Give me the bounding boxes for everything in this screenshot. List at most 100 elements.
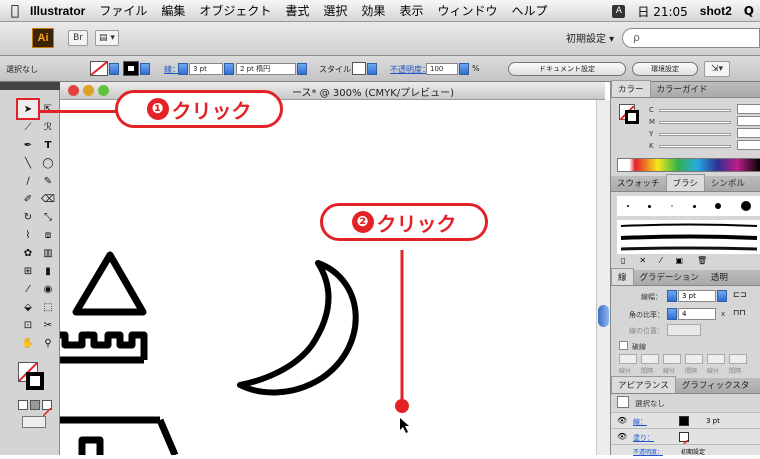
stroke-weight-dropdown[interactable] [224,63,234,75]
tab-color[interactable]: カラー [611,80,651,97]
control-panel-menu-button[interactable]: ⇲▾ [704,61,730,77]
miter-field[interactable]: 4 [678,308,716,320]
gap-3-field[interactable] [729,354,747,364]
value-y-field[interactable] [737,128,760,138]
tab-graphic-styles[interactable]: グラフィックスタ [676,377,756,393]
none-button[interactable] [42,400,52,417]
fill-dropdown[interactable] [109,63,119,75]
appearance-fill-swatch[interactable] [679,432,689,449]
menu-help[interactable]: ヘルプ [511,2,547,19]
brush-dot-3[interactable] [671,205,674,207]
miter-stepper[interactable] [667,308,677,320]
warp-tool[interactable]: ⌇ [18,226,38,244]
stroke-weight-field[interactable]: 3 pt [189,63,223,75]
stroke-dropdown[interactable] [140,63,150,75]
slider-c[interactable] [659,109,731,112]
value-k-field[interactable] [737,140,760,150]
align-stroke-buttons[interactable] [667,324,701,336]
slider-y[interactable] [659,133,731,136]
color-stroke-indicator[interactable] [625,110,639,124]
clock[interactable]: 日 21:05 [637,3,687,20]
menu-effect[interactable]: 効果 [361,2,385,19]
tab-stroke[interactable]: 線 [611,268,634,285]
value-c-field[interactable] [737,104,760,114]
pen-tool[interactable]: ✒ [18,136,38,154]
fill-stroke-control[interactable] [18,362,46,392]
brush-dot-2[interactable] [648,204,652,208]
gap-2-field[interactable] [685,354,703,364]
brush-dropdown[interactable] [297,63,307,75]
menu-window[interactable]: ウィンドウ [437,2,497,19]
visibility-eye-icon[interactable]: 👁 [617,416,627,425]
appearance-opacity-row[interactable]: 不透明度： 初期設定 [611,444,760,456]
opacity-field[interactable]: 100 [426,63,458,75]
value-m-field[interactable] [737,116,760,126]
dash-1-field[interactable] [619,354,637,364]
scroll-thumb[interactable] [598,305,609,327]
join-buttons[interactable]: ⊓⊓ [733,308,759,320]
lasso-tool[interactable]: ℛ [38,118,58,136]
panel-weight-stepper[interactable] [667,290,677,302]
brush-dot-6[interactable] [741,201,752,211]
brush-library-icon[interactable]: ▯ [621,256,625,268]
artboard-tool[interactable]: ⊡ [18,316,38,334]
user-name[interactable]: shot2 [700,4,732,18]
tab-swatches[interactable]: スウォッチ [611,175,666,191]
color-spectrum[interactable] [617,158,760,172]
screen-mode-button[interactable] [22,416,46,428]
dash-3-field[interactable] [707,354,725,364]
brush-definition-field[interactable]: 2 pt 楕円 [236,63,296,75]
appearance-stroke-swatch[interactable] [679,416,689,426]
hand-tool[interactable]: ✋ [18,334,38,352]
zoom-window-icon[interactable] [98,85,109,96]
brush-dot-1[interactable] [626,205,629,207]
remove-stroke-icon[interactable]: ✕ [639,256,646,268]
slider-k[interactable] [659,145,731,148]
workspace-switcher[interactable]: 初期設定 ▾ [566,30,614,45]
document-setup-button[interactable]: ドキュメント設定 [508,62,626,76]
menu-select[interactable]: 選択 [323,2,347,19]
tab-symbols[interactable]: シンボル [705,175,751,191]
blend-tool[interactable]: ◉ [38,280,58,298]
help-search-input[interactable]: ρ [622,28,760,48]
live-paint-selection-tool[interactable]: ⬚ [38,298,58,316]
scale-tool[interactable]: ⤡ [38,208,58,226]
dash-2-field[interactable] [663,354,681,364]
visibility-eye-icon-fill[interactable]: 👁 [617,432,627,441]
slice-tool[interactable]: ✂ [38,316,58,334]
stroke-swatch[interactable] [123,61,139,76]
pencil-tool[interactable]: ✎ [38,172,58,190]
tab-transparency[interactable]: 透明 [705,269,734,285]
menu-file[interactable]: ファイル [99,2,147,19]
blob-brush-tool[interactable]: ✐ [18,190,38,208]
arrange-documents-button[interactable]: ▤ ▾ [95,30,119,46]
ellipse-tool[interactable]: ◯ [38,154,58,172]
tab-gradient[interactable]: グラデーション [634,269,705,285]
tab-brushes[interactable]: ブラシ [665,174,705,191]
artboard-canvas[interactable] [51,100,605,459]
line-tool[interactable]: ╲ [18,154,38,172]
menu-app-name[interactable]: Illustrator [30,4,85,18]
selection-tool[interactable]: ➤ [16,98,40,120]
eyedropper-tool[interactable]: ⁄ [18,280,38,298]
opacity-dropdown[interactable] [459,63,469,75]
dashed-checkbox[interactable] [619,341,628,350]
stroke-weight-stepper[interactable] [178,63,188,75]
tab-appearance[interactable]: アピアランス [611,376,676,393]
input-method-icon[interactable]: A [612,4,626,18]
stroke-box[interactable] [26,372,44,390]
brush-dot-4[interactable] [692,204,696,208]
minimize-window-icon[interactable] [83,85,94,96]
panel-weight-field[interactable]: 3 pt [678,290,716,302]
spotlight-icon[interactable]: Q [744,4,754,18]
tools-panel-header[interactable] [0,82,60,90]
opacity-panel-link[interactable]: 不透明度： [390,64,430,75]
direct-selection-tool[interactable]: ⇱ [38,100,58,118]
menu-type[interactable]: 書式 [285,2,309,19]
appearance-stroke-row[interactable]: 👁 線： 3 pt [611,412,760,428]
graphic-style-swatch[interactable] [352,62,366,75]
type-tool[interactable]: T [38,136,58,154]
symbol-sprayer-tool[interactable]: ✿ [18,244,38,262]
paintbrush-tool[interactable]: ∕ [18,172,38,190]
color-button[interactable] [18,400,28,410]
